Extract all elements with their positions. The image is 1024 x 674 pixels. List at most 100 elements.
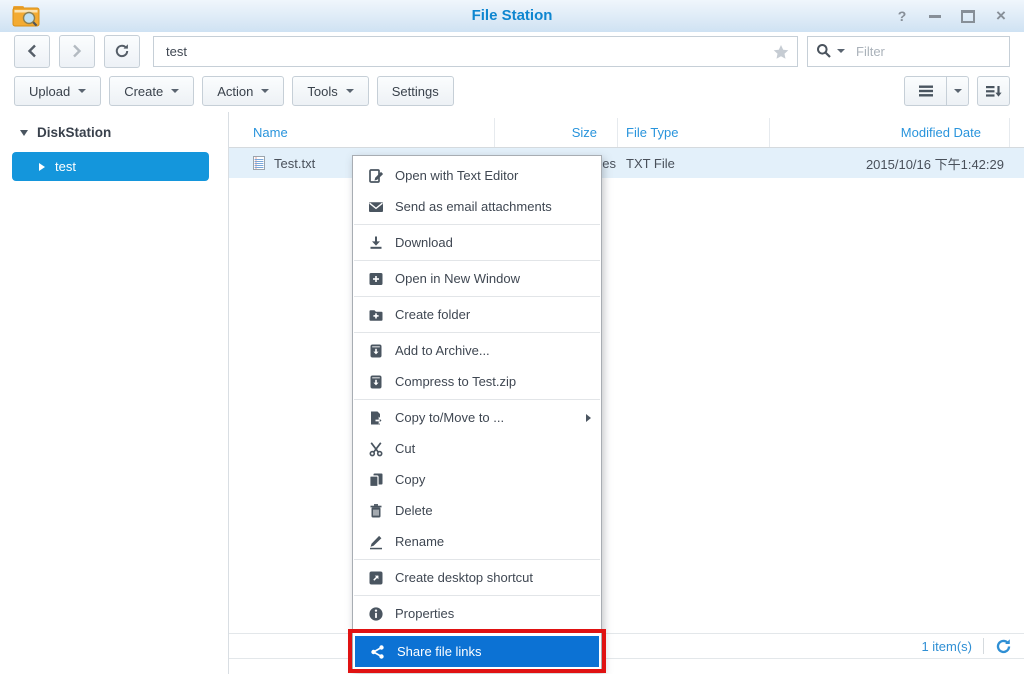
chevron-down-icon bbox=[78, 89, 86, 93]
chevron-down-icon bbox=[261, 89, 269, 93]
copy-move-icon bbox=[368, 410, 384, 426]
column-header-size[interactable]: Size bbox=[495, 118, 618, 147]
menu-item-label: Send as email attachments bbox=[395, 199, 552, 214]
menu-item-label: Create folder bbox=[395, 307, 470, 322]
menu-item-label: Cut bbox=[395, 441, 415, 456]
menu-item-cut[interactable]: Cut bbox=[353, 433, 601, 464]
chevron-down-icon bbox=[346, 89, 354, 93]
menu-item-properties[interactable]: Properties bbox=[353, 598, 601, 629]
menu-item-copy[interactable]: Copy bbox=[353, 464, 601, 495]
rename-icon bbox=[368, 534, 384, 550]
menu-item-open-in-new-window[interactable]: Open in New Window bbox=[353, 263, 601, 294]
menu-item-label: Create desktop shortcut bbox=[395, 570, 533, 585]
sidebar-item-label: test bbox=[55, 159, 76, 174]
submenu-arrow-icon bbox=[586, 414, 591, 422]
minimize-button[interactable] bbox=[928, 8, 942, 24]
menu-item-send-as-email-attachments[interactable]: Send as email attachments bbox=[353, 191, 601, 222]
toolbar-button-settings[interactable]: Settings bbox=[377, 76, 454, 106]
text-file-icon bbox=[251, 155, 267, 171]
menu-item-delete[interactable]: Delete bbox=[353, 495, 601, 526]
menu-separator bbox=[354, 399, 600, 400]
toolbar-button-tools[interactable]: Tools bbox=[292, 76, 368, 106]
toolbar: Upload Create Action Tools Settings bbox=[0, 70, 1024, 112]
filter-input[interactable] bbox=[854, 43, 1001, 60]
menu-separator bbox=[354, 595, 600, 596]
file-modified-cell: 2015/10/16 下午1:42:29 bbox=[770, 148, 1010, 178]
refresh-button[interactable] bbox=[104, 35, 140, 68]
menu-item-download[interactable]: Download bbox=[353, 227, 601, 258]
status-refresh-button[interactable] bbox=[995, 638, 1012, 655]
cut-icon bbox=[368, 441, 384, 457]
menu-item-label: Delete bbox=[395, 503, 433, 518]
menu-item-create-folder[interactable]: Create folder bbox=[353, 299, 601, 330]
star-icon[interactable] bbox=[773, 44, 789, 63]
view-controls bbox=[904, 76, 1010, 106]
column-header-modified-date[interactable]: Modified Date bbox=[770, 118, 1010, 147]
toolbar-button-create[interactable]: Create bbox=[109, 76, 194, 106]
toolbar-button-label: Settings bbox=[392, 84, 439, 99]
toolbar-button-upload[interactable]: Upload bbox=[14, 76, 101, 106]
menu-separator bbox=[354, 224, 600, 225]
copy-icon bbox=[368, 472, 384, 488]
create-folder-icon bbox=[368, 307, 384, 323]
menu-item-copy-to-move-to[interactable]: Copy to/Move to ... bbox=[353, 402, 601, 433]
maximize-button[interactable] bbox=[961, 8, 975, 24]
toolbar-button-label: Action bbox=[217, 84, 253, 99]
file-list-pane: NameSizeFile TypeModified Date Test.txte… bbox=[229, 112, 1024, 674]
toolbar-button-action[interactable]: Action bbox=[202, 76, 284, 106]
shortcut-icon bbox=[368, 570, 384, 586]
menu-item-label: Share file links bbox=[397, 644, 482, 659]
sidebar-root-label: DiskStation bbox=[37, 125, 111, 140]
column-header-filler bbox=[1010, 118, 1024, 147]
search-options-caret-icon[interactable] bbox=[837, 49, 845, 53]
help-button[interactable]: ? bbox=[895, 8, 909, 24]
toolbar-button-label: Upload bbox=[29, 84, 70, 99]
toolbar-button-label: Tools bbox=[307, 84, 337, 99]
menu-item-label: Open in New Window bbox=[395, 271, 520, 286]
table-row[interactable]: Test.txtesTXT File2015/10/16 下午1:42:29 bbox=[229, 148, 1024, 178]
menu-item-label: Compress to Test.zip bbox=[395, 374, 516, 389]
search-icon[interactable] bbox=[816, 43, 832, 59]
menu-separator bbox=[354, 332, 600, 333]
file-type-cell: TXT File bbox=[618, 148, 770, 178]
menu-item-label: Add to Archive... bbox=[395, 343, 490, 358]
toolbar-button-label: Create bbox=[124, 84, 163, 99]
window-title: File Station bbox=[0, 0, 1024, 31]
menu-item-label: Download bbox=[395, 235, 453, 250]
new-window-icon bbox=[368, 271, 384, 287]
menu-item-rename[interactable]: Rename bbox=[353, 526, 601, 557]
menu-item-compress-to-test-zip[interactable]: Compress to Test.zip bbox=[353, 366, 601, 397]
sort-button[interactable] bbox=[977, 76, 1010, 106]
view-options-button[interactable] bbox=[947, 76, 969, 106]
archive-icon bbox=[368, 374, 384, 390]
forward-button[interactable] bbox=[59, 35, 95, 68]
column-header-name[interactable]: Name bbox=[229, 118, 495, 147]
sidebar-item-diskstation[interactable]: DiskStation bbox=[0, 112, 228, 140]
menu-item-label: Copy to/Move to ... bbox=[395, 410, 504, 425]
status-bar: 1 item(s) bbox=[229, 633, 1024, 659]
sidebar-item-test[interactable]: test bbox=[12, 152, 209, 181]
delete-icon bbox=[368, 503, 384, 519]
table-header: NameSizeFile TypeModified Date bbox=[229, 118, 1024, 148]
path-input[interactable] bbox=[153, 36, 798, 67]
chevron-down-icon bbox=[20, 130, 28, 136]
window-controls: ? × bbox=[895, 0, 1008, 32]
close-button[interactable]: × bbox=[994, 8, 1008, 24]
folder-tree-sidebar: DiskStation test bbox=[0, 112, 229, 674]
menu-separator bbox=[354, 260, 600, 261]
path-field-wrap bbox=[153, 36, 798, 67]
archive-icon bbox=[368, 343, 384, 359]
file-name-label: Test.txt bbox=[274, 156, 315, 171]
column-header-file-type[interactable]: File Type bbox=[618, 118, 770, 147]
menu-item-share-file-links[interactable]: Share file links bbox=[355, 636, 599, 667]
menu-item-add-to-archive[interactable]: Add to Archive... bbox=[353, 335, 601, 366]
back-button[interactable] bbox=[14, 35, 50, 68]
menu-item-label: Rename bbox=[395, 534, 444, 549]
email-icon bbox=[368, 199, 384, 215]
menu-item-open-with-text-editor[interactable]: Open with Text Editor bbox=[353, 160, 601, 191]
item-count: 1 item(s) bbox=[921, 639, 972, 654]
list-view-button[interactable] bbox=[904, 76, 947, 106]
menu-separator bbox=[354, 296, 600, 297]
file-station-window: File Station ? × bbox=[0, 0, 1024, 674]
menu-item-create-desktop-shortcut[interactable]: Create desktop shortcut bbox=[353, 562, 601, 593]
